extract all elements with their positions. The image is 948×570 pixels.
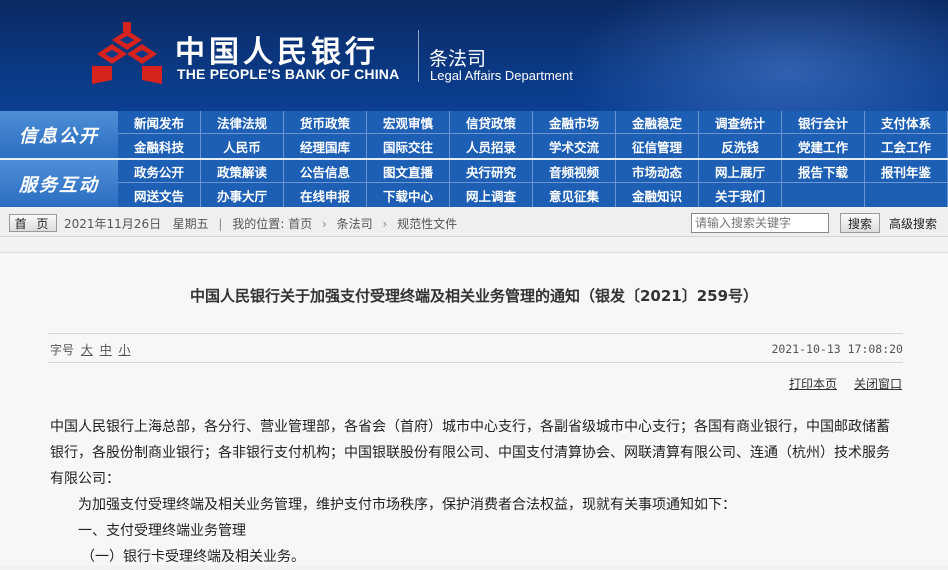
nav-link[interactable]: 网送文告: [118, 183, 201, 207]
nav-link[interactable]: 报告下载: [782, 160, 865, 183]
document-body: 中国人民银行上海总部，各分行、营业管理部，各省会（首府）城市中心支行，各副省级城…: [50, 414, 900, 570]
divider: [48, 333, 903, 334]
nav-service-label: 服务互动: [0, 160, 118, 207]
nav-link[interactable]: 公告信息: [284, 160, 367, 183]
nav-link[interactable]: 意见征集: [533, 183, 616, 207]
chevron-right-icon: ›: [382, 217, 388, 231]
search-input[interactable]: [691, 213, 829, 233]
font-size-large-link[interactable]: 大: [81, 343, 93, 357]
current-weekday: 星期五: [172, 217, 209, 231]
location-colon: :: [280, 217, 285, 231]
nav-info-grid: 新闻发布 法律法规 货币政策 宏观审慎 信贷政策 金融市场 金融稳定 调查统计 …: [118, 111, 948, 158]
separator: |: [218, 217, 223, 231]
nav-link[interactable]: 反洗钱: [699, 134, 782, 158]
pboc-logo-icon[interactable]: [92, 22, 162, 84]
nav-info-disclosure: 信息公开 新闻发布 法律法规 货币政策 宏观审慎 信贷政策 金融市场 金融稳定 …: [0, 111, 948, 158]
nav-link[interactable]: 人民币: [201, 134, 284, 158]
nav-info-label: 信息公开: [0, 111, 118, 158]
print-page-link[interactable]: 打印本页: [789, 375, 837, 392]
nav-link[interactable]: 学术交流: [533, 134, 616, 158]
nav-empty-cell: [782, 183, 865, 207]
nav-link[interactable]: 金融稳定: [616, 111, 699, 134]
font-size-medium-link[interactable]: 中: [100, 343, 112, 357]
nav-link[interactable]: 关于我们: [699, 183, 782, 207]
publish-timestamp: 2021-10-13 17:08:20: [771, 342, 903, 356]
nav-link[interactable]: 图文直播: [367, 160, 450, 183]
search-button[interactable]: 搜索: [840, 213, 880, 233]
paragraph: 中国人民银行上海总部，各分行、营业管理部，各省会（首府）城市中心支行，各副省级城…: [50, 419, 890, 487]
nav-link[interactable]: 经理国库: [284, 134, 367, 158]
nav-link[interactable]: 政务公开: [118, 160, 201, 183]
nav-link[interactable]: 新闻发布: [118, 111, 201, 134]
nav-link[interactable]: 下载中心: [367, 183, 450, 207]
paragraph: 一、支付受理终端业务管理: [78, 523, 246, 539]
font-size-label: 字号: [50, 343, 75, 357]
nav-link[interactable]: 宏观审慎: [367, 111, 450, 134]
nav-link[interactable]: 银行会计: [782, 111, 865, 134]
home-button[interactable]: 首 页: [9, 214, 57, 232]
bank-name-en: THE PEOPLE'S BANK OF CHINA: [177, 66, 400, 82]
nav-link[interactable]: 央行研究: [450, 160, 533, 183]
bank-name-cn: 中国人民银行: [175, 35, 379, 70]
nav-link[interactable]: 法律法规: [201, 111, 284, 134]
advanced-search-link[interactable]: 高级搜索: [889, 215, 937, 232]
nav-empty-cell: [865, 183, 948, 207]
nav-link[interactable]: 信贷政策: [450, 111, 533, 134]
nav-link[interactable]: 国际交往: [367, 134, 450, 158]
chevron-right-icon: ›: [322, 217, 327, 231]
banner-glow: [548, 0, 948, 111]
nav-link[interactable]: 报刊年鉴: [865, 160, 948, 183]
nav-link[interactable]: 征信管理: [616, 134, 699, 158]
nav-link[interactable]: 金融科技: [118, 134, 201, 158]
nav-link[interactable]: 工会工作: [865, 134, 948, 158]
nav-service: 服务互动 政务公开 政策解读 公告信息 图文直播 央行研究 音频视频 市场动态 …: [0, 160, 948, 207]
nav-link[interactable]: 办事大厅: [201, 183, 284, 207]
dept-name-en: Legal Affairs Department: [430, 68, 573, 83]
nav-link[interactable]: 支付体系: [865, 111, 948, 134]
nav-link[interactable]: 音频视频: [533, 160, 616, 183]
document-title: 中国人民银行关于加强支付受理终端及相关业务管理的通知（银发〔2021〕259号）: [189, 287, 759, 305]
nav-link[interactable]: 市场动态: [616, 160, 699, 183]
breadcrumb: 2021年11月26日 星期五 | 我的位置: 首页 › 条法司 › 规范性文件: [64, 215, 457, 232]
font-size-selector: 字号 大 中 小: [50, 341, 131, 358]
nav-link[interactable]: 在线申报: [284, 183, 367, 207]
paragraph: （一）银行卡受理终端及相关业务。: [81, 549, 305, 565]
nav-link[interactable]: 网上展厅: [699, 160, 782, 183]
breadcrumb-section-link[interactable]: 规范性文件: [397, 217, 457, 231]
nav-link[interactable]: 调查统计: [699, 111, 782, 134]
header-banner: 中国人民银行 THE PEOPLE'S BANK OF CHINA 条法司 Le…: [0, 0, 948, 111]
nav-link[interactable]: 金融知识: [616, 183, 699, 207]
breadcrumb-home-link[interactable]: 首页: [288, 217, 312, 231]
close-window-link[interactable]: 关闭窗口: [854, 375, 902, 392]
nav-link[interactable]: 网上调查: [450, 183, 533, 207]
current-date: 2021年11月26日: [64, 217, 162, 231]
font-size-small-link[interactable]: 小: [119, 343, 131, 357]
paragraph: 为加强支付受理终端及相关业务管理，维护支付市场秩序，保护消费者合法权益，现就有关…: [78, 497, 736, 513]
nav-link[interactable]: 货币政策: [284, 111, 367, 134]
nav-link[interactable]: 人员招录: [450, 134, 533, 158]
divider: [48, 362, 903, 363]
breadcrumb-dept-link[interactable]: 条法司: [337, 217, 373, 231]
location-label: 我的位置: [232, 217, 281, 231]
nav-link[interactable]: 政策解读: [201, 160, 284, 183]
header-divider: [418, 30, 419, 82]
nav-link[interactable]: 金融市场: [533, 111, 616, 134]
nav-service-grid: 政务公开 政策解读 公告信息 图文直播 央行研究 音频视频 市场动态 网上展厅 …: [118, 160, 948, 207]
nav-link[interactable]: 党建工作: [782, 134, 865, 158]
dept-name-cn: 条法司: [429, 48, 487, 70]
